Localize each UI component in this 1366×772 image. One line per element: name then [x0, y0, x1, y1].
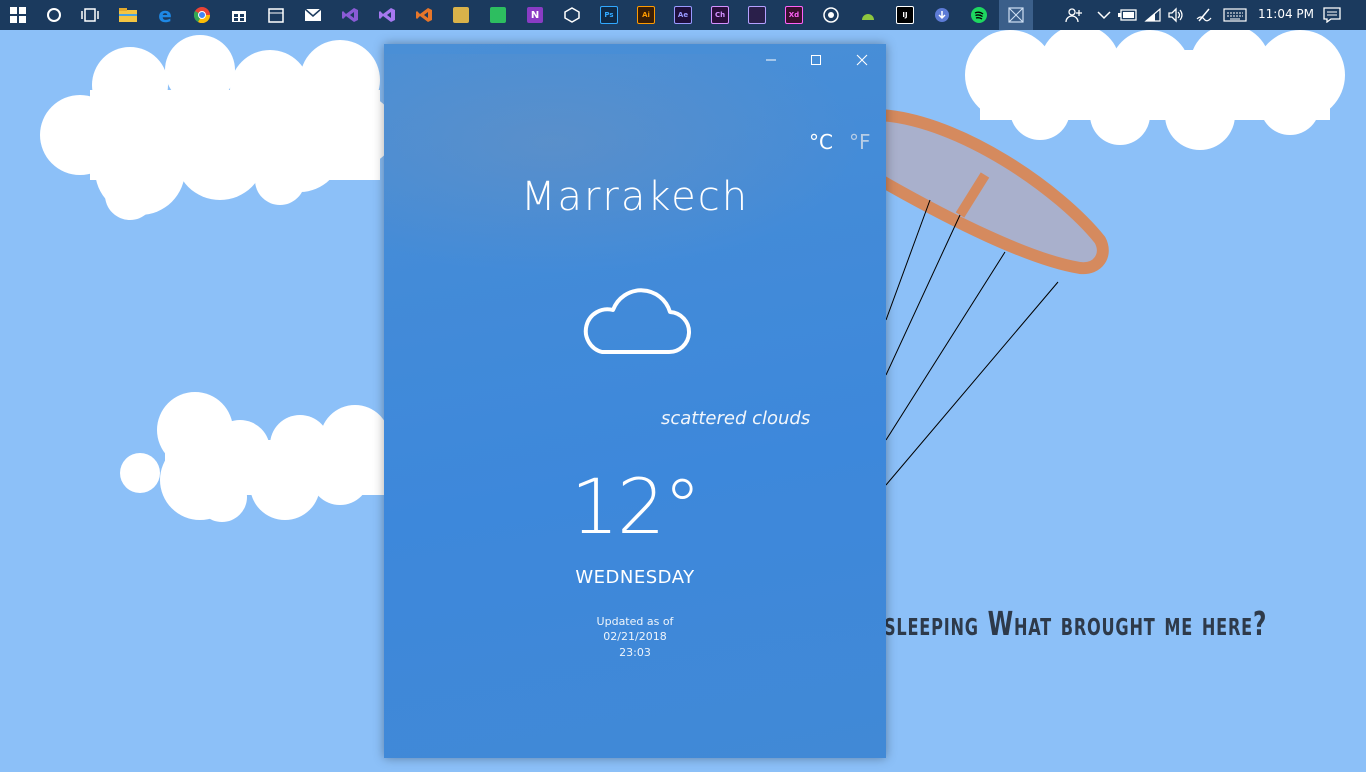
- evernote-icon[interactable]: [488, 5, 508, 25]
- weather-app-window: °C °F Marrakech scattered clouds 12° WED…: [384, 44, 886, 758]
- temperature: 12°: [570, 462, 702, 551]
- fahrenheit-toggle[interactable]: °F: [849, 130, 871, 154]
- updated-time: 23:03: [619, 646, 651, 659]
- task-view-icon[interactable]: [80, 5, 100, 25]
- wallpaper-caption: sleeping What brought me here?: [884, 604, 1268, 643]
- active-app-icon[interactable]: [999, 0, 1033, 30]
- mail-icon[interactable]: [303, 5, 323, 25]
- celsius-toggle[interactable]: °C: [809, 130, 833, 154]
- cloud-icon: [580, 282, 692, 362]
- volume-icon[interactable]: [1166, 5, 1186, 25]
- kite-shape: [874, 109, 1109, 486]
- illustrator-icon[interactable]: Ai: [636, 5, 656, 25]
- intellij-icon[interactable]: IJ: [895, 5, 915, 25]
- paint-icon[interactable]: [451, 5, 471, 25]
- visual-studio-icon[interactable]: [340, 5, 360, 25]
- windows-start-icon[interactable]: [8, 5, 28, 25]
- chevron-up-icon[interactable]: [1094, 5, 1114, 25]
- day-of-week: WEDNESDAY: [575, 567, 695, 588]
- premiere-icon[interactable]: [747, 5, 767, 25]
- cinema4d-icon[interactable]: [821, 5, 841, 25]
- weather-description: scattered clouds: [661, 408, 811, 429]
- download-icon[interactable]: [932, 5, 952, 25]
- battery-icon[interactable]: [1118, 5, 1138, 25]
- action-center-icon[interactable]: [1322, 5, 1342, 25]
- pen-ink-icon[interactable]: [1194, 5, 1214, 25]
- taskbar-clock[interactable]: 11:04 PM: [1258, 7, 1314, 21]
- edge-icon[interactable]: e: [155, 3, 175, 27]
- after-effects-icon[interactable]: Ae: [673, 5, 693, 25]
- city-name: Marrakech: [520, 174, 750, 220]
- maximize-button[interactable]: [793, 44, 839, 76]
- unity-icon[interactable]: [562, 5, 582, 25]
- maximize-icon: [811, 55, 821, 65]
- photoshop-icon[interactable]: Ps: [599, 5, 619, 25]
- vscode-icon[interactable]: [414, 5, 434, 25]
- updated-date: 02/21/2018: [603, 630, 667, 643]
- xd-icon[interactable]: Xd: [784, 5, 804, 25]
- character-animator-icon[interactable]: Ch: [710, 5, 730, 25]
- visual-studio-2-icon[interactable]: [377, 5, 397, 25]
- calendar-icon[interactable]: [266, 5, 286, 25]
- cloud-shape: [40, 35, 395, 220]
- keyboard-icon[interactable]: [1222, 5, 1248, 25]
- close-icon: [856, 54, 868, 66]
- minimize-icon: [766, 59, 776, 61]
- people-icon[interactable]: [1064, 5, 1084, 25]
- updated-label: Updated as of: [596, 615, 674, 628]
- store-icon[interactable]: [229, 5, 249, 25]
- minimize-button[interactable]: [748, 44, 794, 76]
- close-button[interactable]: [839, 44, 885, 76]
- android-studio-icon[interactable]: [858, 5, 878, 25]
- cloud-shape: [120, 392, 390, 522]
- spotify-icon[interactable]: [969, 5, 989, 25]
- chrome-icon[interactable]: [192, 5, 212, 25]
- cloud-shape: [965, 25, 1345, 150]
- file-explorer-icon[interactable]: [118, 5, 138, 25]
- taskbar: e N Ps Ai Ae Ch Xd IJ 11:04 PM: [0, 0, 1366, 30]
- wifi-icon[interactable]: [1143, 5, 1163, 25]
- onenote-icon[interactable]: N: [525, 5, 545, 25]
- cortana-icon[interactable]: [44, 5, 64, 25]
